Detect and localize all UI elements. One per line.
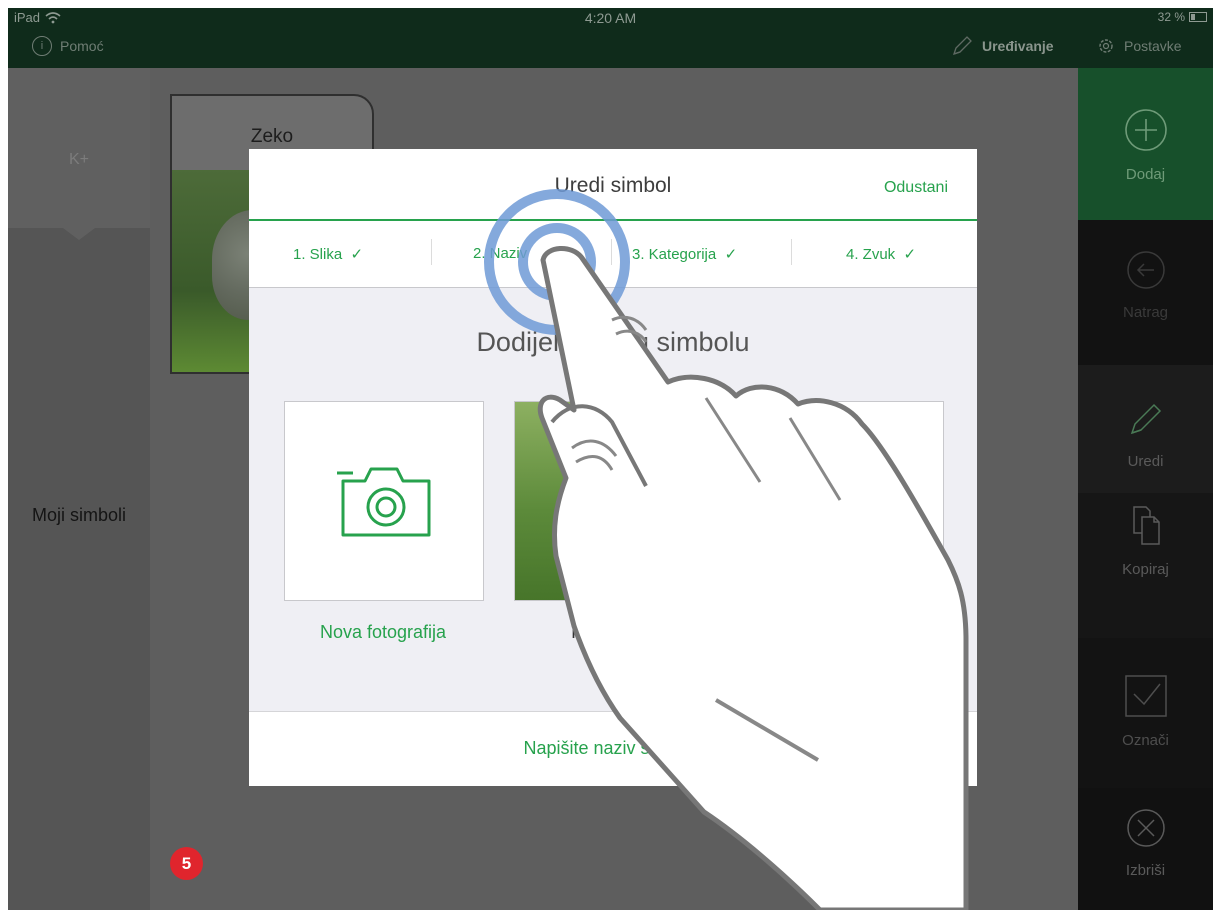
dialog-header: Uredi simbol Odustani [249,149,977,221]
check-icon: ✓ [350,246,364,263]
checkbox-icon [1124,675,1167,717]
album-tile[interactable] [514,401,944,601]
back-button[interactable]: Natrag [1078,220,1213,365]
ipad-screen: iPad 4:20 AM 32 % i Pomoć Uređivanje Pos… [8,8,1213,910]
settings-button[interactable]: Postavke [1096,36,1182,56]
tab-category[interactable]: 3. Kategorija ✓ [632,245,737,263]
dialog-title: Uredi simbol [554,174,672,197]
rabbit-photo [575,422,695,572]
sidebar-section-text: Moji simboli [31,505,127,525]
copy-icon [1132,506,1160,545]
tab-label: 3. Kategorija [632,246,717,263]
tab-label: 1. Slika [293,246,343,263]
status-time: 4:20 AM [584,10,637,26]
sidebar-item-kplus[interactable]: K+ [8,68,150,228]
select-label: Označi [1122,732,1169,749]
album-label: Iz albuma [570,622,650,642]
x-circle-icon [1126,809,1165,847]
new-photo-label: Nova fotografija [319,622,447,642]
tab-name[interactable]: 2. Naziv [473,245,527,262]
add-button[interactable]: Dodaj [1078,68,1213,220]
battery-icon [1189,12,1207,22]
arrow-right-icon [887,736,929,756]
next-step-bar[interactable]: Napišite naziv simbola [249,711,977,786]
settings-label: Postavke [1124,38,1182,54]
check-icon: ✓ [724,246,738,263]
tab-divider [611,239,612,265]
info-icon: i [32,36,52,56]
tab-divider [791,239,792,265]
tab-label: 2. Naziv [473,245,528,262]
selection-notch [63,228,95,240]
delete-label: Izbriši [1125,862,1166,879]
step-tabs: 1. Slika ✓ 2. Naziv 3. Kategorija ✓ 4. Z… [249,221,977,288]
help-label: Pomoć [60,38,104,54]
sidebar: K+ Moji simboli [8,68,150,910]
delete-button[interactable]: Izbriši [1078,788,1213,910]
sidebar-section-label[interactable]: Moji simboli [8,502,150,528]
step-number-badge: 5 [170,847,203,880]
tab-label: 4. Zvuk [846,246,896,263]
edit-button[interactable]: Uredi [1078,365,1213,493]
back-label: Natrag [1122,304,1169,321]
status-right: 32 % [1158,10,1207,24]
help-button[interactable]: i Pomoć [32,36,104,56]
tab-divider [431,239,432,265]
tab-sound[interactable]: 4. Zvuk ✓ [846,245,916,263]
status-bar: iPad 4:20 AM 32 % i Pomoć Uređivanje Pos… [8,8,1213,68]
battery-fill [1191,14,1196,20]
plus-circle-icon [1124,109,1167,151]
add-label: Dodaj [1125,166,1166,183]
copy-button[interactable]: Kopiraj [1078,493,1213,638]
album-photo [515,402,747,600]
check-icon: ✓ [903,246,917,263]
next-step-label: Napišite naziv simbola [523,738,703,758]
edit-mode-label: Uređivanje [982,38,1054,54]
sidebar-item-label: K+ [68,151,89,168]
pencil-icon [1130,403,1161,435]
back-arrow-icon [1126,251,1165,289]
tab-image[interactable]: 1. Slika ✓ [293,245,363,263]
gear-icon [1099,39,1113,53]
edit-symbol-dialog: Uredi simbol Odustani 1. Slika ✓ 2. Nazi… [249,149,977,786]
camera-icon [337,467,431,537]
edit-label: Uredi [1127,453,1164,470]
select-button[interactable]: Označi [1078,638,1213,788]
battery-label: 32 % [1157,10,1185,24]
dialog-heading: Dodijelite sliku simbolu [476,327,750,357]
pencil-icon [952,36,972,56]
symbol-card-name: Zeko [250,126,294,147]
edit-mode-button[interactable]: Uređivanje [950,34,1054,58]
cancel-button[interactable]: Odustani [884,179,948,197]
copy-label: Kopiraj [1122,561,1169,578]
right-toolbar: Dodaj Natrag Uredi Kopiraj Označi Izbriš… [1078,68,1213,910]
new-photo-tile[interactable] [284,401,484,601]
